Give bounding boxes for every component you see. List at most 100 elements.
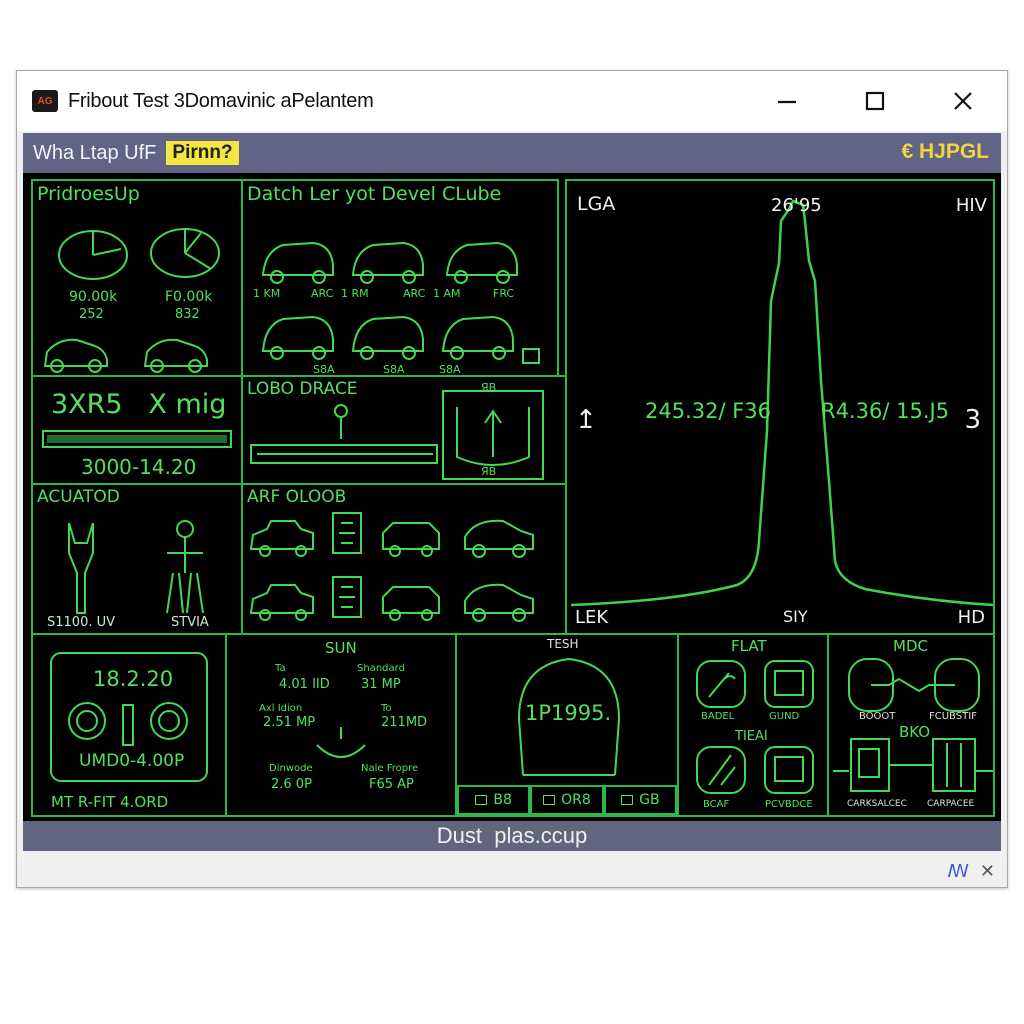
graph-label-tl: LGA [577,193,616,215]
sun-cell: 2.6 0P [271,777,312,792]
datch-label: 1 AM [433,287,461,300]
datch-label: 1 RM [341,287,369,300]
tesh-tab[interactable]: GB [603,785,677,815]
tesh-tab[interactable]: B8 [457,785,531,815]
footer-title: Dust plas.ccup [436,823,588,848]
mdc-label: BOOOT [859,711,896,722]
monitor-panel: 18.2.20 UMD0-4.00P MT R-FIT 4.ORD [31,633,227,817]
sun-title: SUN [325,639,357,657]
sun-cell: F65 AP [369,777,414,792]
sun-cell: 31 MP [361,677,401,692]
mdc-label: FCUBSTIF [929,711,977,722]
lobo-gauge-bottom: ЯB [481,465,497,478]
graph-right-value: R4.36/ 15.J5 [821,399,950,423]
lobo-diagram [250,390,544,480]
sun-cell: Nale Fropre [361,763,419,774]
minimize-button[interactable] [743,71,831,131]
datch-label: 1 KM [253,287,281,300]
app-header-right-label[interactable]: € HJPGL [901,140,989,164]
app-icon: AG [32,90,58,112]
status-glyph-icon[interactable]: ꟿ [947,861,969,882]
minimize-icon [778,100,796,104]
sun-cell: Axl Idion [259,703,303,714]
monitor-sub: UMD0-4.00P [79,751,185,771]
flat-label: TIEAI [735,729,768,744]
monitor-value: 18.2.20 [93,667,174,691]
lobo-panel: LOBO DRACE ЯB ЯB [241,375,567,485]
properties-left-value: 90.00k [69,289,118,305]
app-header-bar: Wha Ltap UfF Pirnn? € HJPGL [23,133,1001,173]
status-bar: ꟿ ✕ [17,857,1007,887]
mdc-label: BKO [899,723,931,741]
tesh-tab-label: B8 [493,792,512,808]
title-bar: AG Fribout Test 3Domavinic aPelantem [17,71,1007,131]
tesh-tab[interactable]: OR8 [530,785,604,815]
datch-panel: Datch Ler yot Devel CLube 1 KM ARC 1 RM … [241,179,559,377]
maximize-icon [865,91,885,111]
sun-cell: 4.01 IID [279,677,330,692]
graph-label-br: HD [957,607,985,628]
app-header-badge[interactable]: Pirnn? [166,141,239,165]
monitor-footer: MT R-FIT 4.ORD [51,793,169,811]
graph-label-top: 26'95 [771,195,822,216]
sun-cell: Dinwode [269,763,313,774]
properties-title: PridroesUp [37,183,140,205]
tab-icon [621,795,634,805]
tesh-tab-label: GB [639,792,660,808]
sun-cell: Shandard [357,663,405,674]
footer-bar: Dust plas.ccup [23,821,1001,851]
flat-label: PCVBDCE [765,799,813,810]
datch-title: Datch Ler yot Devel CLube [247,183,502,205]
sun-cell: To [381,703,392,714]
signal-graph-panel[interactable]: LGA 26'95 HIV ↥ 245.32/ F36 R4.36/ 15.J5… [565,179,995,637]
monitor-device [50,652,208,782]
close-button[interactable] [919,71,1007,131]
pie-gauges [58,228,220,280]
mdc-panel: MDC BOOOT FCUBSTIF BKO CARKSALCEC CARPAC… [827,633,995,817]
car-icons [43,338,208,373]
flat-label: BADEL [701,711,735,722]
rpm-bar[interactable] [33,425,243,455]
acuator-right-label: STVIA [171,615,209,630]
flat-panel: FLAT BADEL GUND TIEAI BCAF PCVBDCE [677,633,829,817]
rpm-panel: 3XR5 X mig 3000-14.20 [31,375,243,485]
graph-label-bottom: SIY [783,607,808,626]
rpm-sub: 3000-14.20 [81,455,197,479]
properties-right-value: F0.00k [165,289,213,305]
tesh-panel: TESH 1P1995. B8 OR8 GB [455,633,679,817]
mdc-label: CARKSALCEC [847,799,907,809]
datch-label: ARC [311,287,334,300]
sun-cell: Ta [275,663,286,674]
arf-panel: ARF OLOOB [241,483,567,637]
maximize-button[interactable] [831,71,919,131]
properties-right-sub: 832 [175,307,200,322]
datch-label: ARC [403,287,426,300]
graph-label-tr: HIV [955,195,987,216]
mdc-label: CARPACEE [927,799,975,809]
tab-icon [475,795,488,805]
status-close-icon[interactable]: ✕ [980,861,995,882]
window-title: Fribout Test 3Domavinic aPelantem [68,89,374,112]
sun-gauge [316,727,366,758]
tesh-value: 1P1995. [525,701,612,725]
graph-left-marker: ↥ [575,405,597,435]
close-icon [954,92,972,110]
rpm-readout: 3XR5 X mig [51,389,227,420]
graph-left-value: 245.32/ F36 [645,399,772,423]
acuator-left-label: S1100. UV [47,615,116,630]
sun-panel: SUN Ta Shandard 4.01 IID 31 MP Axl Idion… [225,633,457,817]
acuator-panel: ACUATOD S1100. UV STVIA [31,483,243,637]
diagnostic-screen: PridroesUp 90.00k 252 F0.00k 832 Datch L… [23,173,1001,821]
tab-icon [543,795,556,805]
tesh-tab-label: OR8 [561,792,591,808]
arf-vehicles [249,512,534,622]
properties-panel: PridroesUp 90.00k 252 F0.00k 832 [31,179,243,377]
flat-label: BCAF [703,799,730,810]
app-header-title: Wha Ltap UfF [33,141,157,164]
flat-label: GUND [769,711,800,722]
datch-label: FRC [493,287,515,300]
arf-title: ARF OLOOB [247,487,347,507]
graph-label-bl: LEK [575,607,609,628]
graph-right-marker: 3 [964,405,981,435]
app-window: AG Fribout Test 3Domavinic aPelantem Wha… [16,70,1008,888]
